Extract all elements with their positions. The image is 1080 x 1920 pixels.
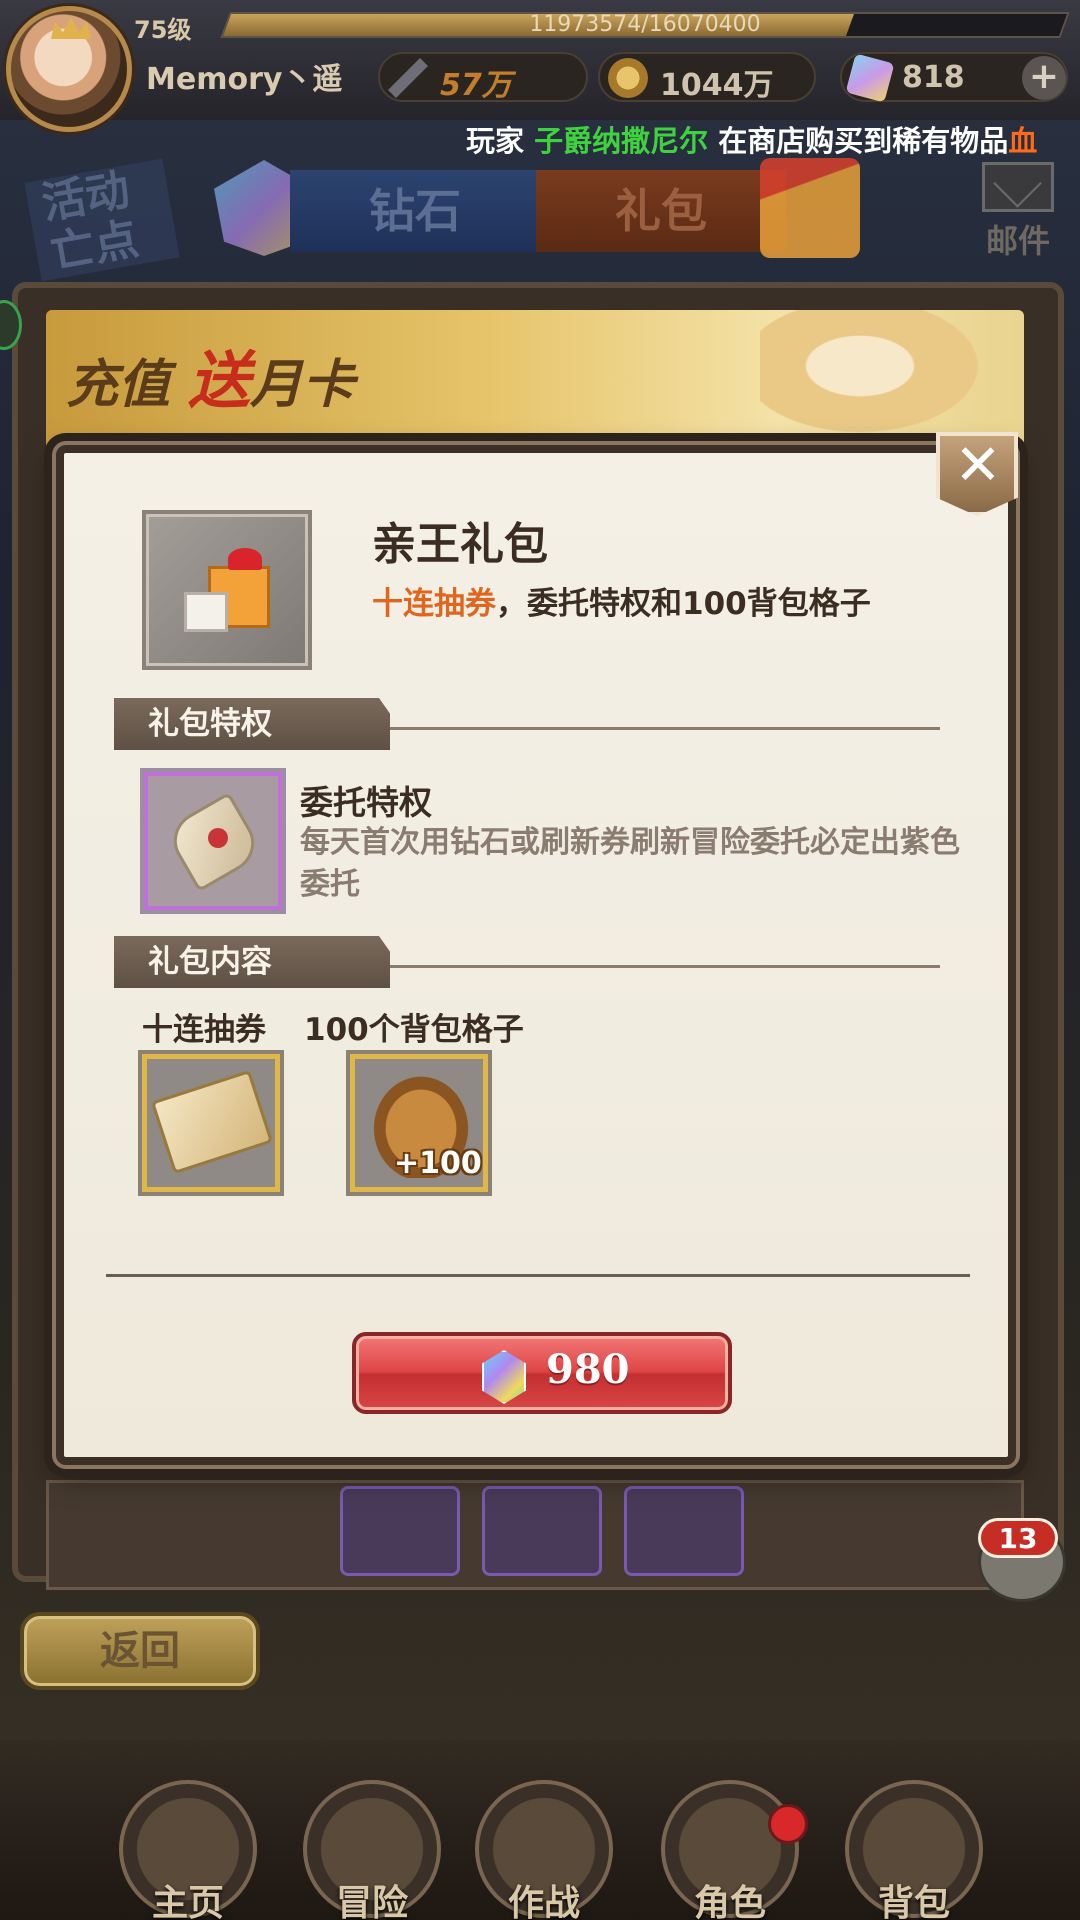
content-label-bag: 100个背包格子	[304, 1012, 524, 1048]
gem-value: 818	[902, 60, 965, 95]
back-button[interactable]: 返回	[20, 1612, 260, 1690]
pack-desc-highlight: 十连抽券	[372, 586, 496, 622]
banner-highlight: 送	[188, 344, 251, 417]
nav-character[interactable]: 角色	[650, 1780, 810, 1920]
broadcast-prefix: 玩家	[466, 124, 525, 158]
close-icon[interactable]: ✕	[950, 436, 1006, 496]
back-label: 返回	[100, 1628, 180, 1674]
nav-home[interactable]: 主页	[108, 1780, 268, 1920]
broadcast-item: 血	[1008, 124, 1038, 158]
nav-battle-label: 作战	[507, 1883, 580, 1920]
content-section-header: 礼包内容	[114, 936, 390, 988]
privilege-description: 每天首次用钻石或刷新券刷新冒险委托必定出紫色委托	[300, 825, 960, 902]
nav-backpack-label: 背包	[877, 1883, 950, 1920]
exp-text: 11973574/16070400	[529, 12, 761, 37]
shop-item-coins[interactable]	[340, 1486, 460, 1576]
tab-gift-pack[interactable]: 礼包	[536, 170, 786, 252]
content-item-bag[interactable]: +100	[346, 1050, 492, 1196]
buy-price: 980	[546, 1346, 630, 1393]
player-name: Memory丶遥	[146, 62, 343, 97]
tab-diamond[interactable]: 钻石	[290, 170, 540, 252]
mail-button[interactable]: 邮件	[968, 162, 1068, 262]
promo-banner-text: 充值 送月卡	[66, 330, 354, 420]
wax-seal-icon	[208, 828, 228, 848]
gold-display: 1044万	[598, 52, 816, 103]
power-value: 57万	[440, 68, 512, 103]
buy-button[interactable]: 980	[352, 1332, 732, 1414]
gift-box-icon	[760, 158, 860, 258]
player-level: 75级	[134, 16, 192, 44]
pack-desc-rest: ，委托特权和100背包格子	[496, 586, 871, 622]
crown-icon	[51, 17, 91, 39]
banner-suffix: 月卡	[250, 355, 355, 415]
nav-home-label: 主页	[151, 1883, 224, 1920]
bag-slot-count: +100	[394, 1146, 482, 1181]
content-label-ticket: 十连抽券	[142, 1012, 266, 1048]
chat-unread-badge: 13	[978, 1518, 1058, 1558]
broadcast-text: 在商店购买到稀有物品	[718, 124, 1009, 158]
coin-icon	[608, 58, 648, 98]
mail-label: 邮件	[985, 222, 1050, 260]
sword-icon	[388, 58, 428, 98]
privilege-divider	[390, 727, 940, 730]
banner-prefix: 充值	[66, 355, 171, 415]
content-item-ticket[interactable]	[138, 1050, 284, 1196]
power-display: 57万	[378, 52, 588, 103]
banner-character	[760, 310, 1010, 450]
nav-adventure-label: 冒险	[335, 1883, 408, 1920]
gem-icon	[845, 53, 895, 103]
broadcast-ticker: 玩家 子爵纳撒尼尔 在商店购买到稀有物品血	[466, 118, 1037, 160]
nav-character-label: 角色	[693, 1883, 766, 1920]
nav-battle[interactable]: 作战	[464, 1780, 624, 1920]
gem-icon	[482, 1350, 526, 1404]
player-avatar[interactable]	[6, 6, 132, 132]
notification-dot	[768, 1804, 808, 1844]
shop-item-exp[interactable]	[482, 1486, 602, 1576]
envelope-icon	[982, 162, 1054, 212]
gift-pack-icon-frame	[142, 510, 312, 670]
dialog-divider	[106, 1274, 970, 1277]
event-stamp[interactable]: 活动 亡点	[24, 158, 180, 282]
broadcast-player: 子爵纳撒尼尔	[534, 124, 709, 158]
nav-backpack[interactable]: 背包	[834, 1780, 994, 1920]
gift-pack-icon	[184, 548, 270, 634]
privilege-section-header: 礼包特权	[114, 698, 390, 750]
shop-item-cards[interactable]	[624, 1486, 744, 1576]
privilege-icon-frame	[140, 768, 286, 914]
ticket-icon	[150, 1069, 274, 1175]
add-gems-button[interactable]: +	[1022, 56, 1066, 100]
nav-adventure[interactable]: 冒险	[292, 1780, 452, 1920]
pack-title: 亲王礼包	[372, 519, 548, 570]
pack-description: 十连抽券，委托特权和100背包格子	[372, 578, 871, 623]
event-stamp-text: 活动 亡点	[37, 164, 143, 279]
content-divider	[390, 965, 940, 968]
privilege-title: 委托特权	[300, 783, 432, 822]
gold-value: 1044万	[660, 68, 774, 103]
